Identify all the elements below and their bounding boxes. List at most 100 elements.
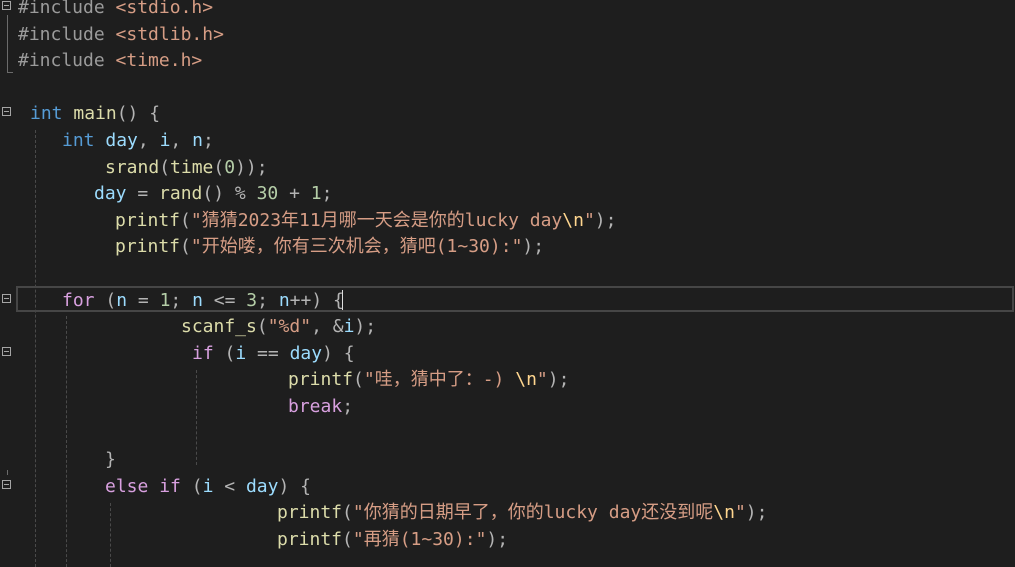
code-text: srand(time(0)); (105, 156, 268, 178)
code-text: break; (288, 398, 353, 416)
code-line[interactable]: if (i == day) { (0, 342, 1015, 371)
code-token: () % (202, 183, 257, 205)
code-token: day (245, 475, 279, 497)
code-token: } (105, 449, 116, 471)
code-token: " (734, 502, 746, 524)
code-token: , & (311, 316, 344, 338)
code-line[interactable]: for (n = 1; n <= 3; n++) { (0, 289, 1015, 318)
code-line[interactable]: else if (i < day) { (0, 475, 1015, 504)
code-token: srand (105, 156, 160, 178)
code-line[interactable]: #include <stdlib.h> (0, 23, 1015, 52)
code-line[interactable]: int day, i, n; (0, 132, 1015, 158)
code-token: <time.h> (115, 50, 203, 72)
code-token: ); (745, 502, 768, 524)
code-token: day (94, 183, 127, 205)
code-token: () { (116, 103, 161, 125)
code-line[interactable]: scanf_s("%d", &i); (0, 318, 1015, 344)
code-token: \n (562, 209, 584, 231)
code-token: = (127, 289, 160, 311)
code-token: ); (547, 369, 570, 391)
code-token: "猜猜2023年11月哪一天会是你的lucky day (190, 209, 563, 231)
code-line[interactable] (0, 79, 1015, 105)
code-token: ( (342, 529, 353, 550)
code-token: #include (18, 23, 116, 45)
code-text: printf("猜猜2023年11月哪一天会是你的lucky day\n"); (115, 209, 616, 231)
code-line[interactable]: printf("再猜(1~30):"); (0, 531, 1015, 557)
code-text: printf("再猜(1~30):"); (277, 531, 508, 549)
code-token: ( (180, 475, 203, 497)
code-token: ) { (278, 475, 311, 497)
code-token: #include (18, 0, 116, 18)
code-line[interactable]: #include <stdio.h> (0, 0, 1015, 25)
code-token: " (583, 209, 595, 231)
code-text: if (i == day) { (192, 342, 355, 364)
code-token: ); (486, 529, 509, 550)
code-token: ( (180, 236, 191, 258)
code-token: n (278, 289, 290, 311)
fold-toggle-icon[interactable] (2, 1, 11, 10)
code-token: main (73, 103, 117, 125)
code-token: int (30, 103, 63, 125)
code-text: printf("哇，猜中了：-) \n"); (288, 371, 569, 389)
code-editor[interactable]: #include <stdio.h> #include <stdlib.h> #in… (0, 0, 1015, 567)
code-line[interactable]: } (0, 451, 1015, 477)
code-token: else (105, 475, 149, 497)
code-token: 0 (224, 156, 236, 178)
code-token: ; (321, 183, 333, 205)
code-token: = (126, 183, 160, 205)
code-token: 1 (159, 289, 171, 311)
code-token: ); (354, 316, 377, 338)
code-token: printf (277, 502, 343, 524)
code-line[interactable]: #include <time.h> (0, 52, 1015, 78)
code-token: " (536, 369, 548, 391)
code-token: <stdlib.h> (115, 23, 224, 45)
code-token: )); (235, 156, 268, 178)
code-token: 30 (256, 183, 279, 205)
code-token: #include (18, 50, 116, 72)
code-text: scanf_s("%d", &i); (181, 318, 376, 336)
code-token: < (213, 475, 246, 497)
code-line[interactable]: int main() { (0, 105, 1015, 131)
code-line[interactable]: printf("猜猜2023年11月哪一天会是你的lucky day\n"); (0, 209, 1015, 238)
code-line[interactable] (0, 265, 1015, 291)
code-token: <= (202, 289, 247, 311)
fold-toggle-icon[interactable] (2, 107, 11, 117)
code-token: day (289, 342, 323, 364)
code-text: } (105, 451, 116, 469)
code-token: if (192, 342, 214, 364)
fold-toggle-icon[interactable] (2, 293, 11, 303)
code-token: ++) { (289, 289, 344, 311)
code-token: rand (159, 183, 203, 205)
code-text: printf("你猜的日期早了，你的lucky day还没到呢\n"); (277, 504, 767, 522)
code-token: i (235, 342, 247, 364)
fold-toggle-icon[interactable] (2, 479, 11, 489)
code-token: "再猜(1~30):" (352, 529, 487, 550)
code-token: "哇，猜中了：-) (363, 369, 516, 391)
code-line[interactable]: printf("哇，猜中了：-) \n"); (0, 371, 1015, 397)
code-token: time (170, 156, 214, 178)
code-token: n (116, 289, 128, 311)
code-text: #include <stdio.h> (18, 0, 213, 17)
code-line[interactable]: printf("开始喽，你有三次机会，猜吧(1~30):"); (0, 238, 1015, 264)
code-line[interactable]: break; (0, 398, 1015, 424)
code-token: if (159, 475, 181, 497)
code-line[interactable]: day = rand() % 30 + 1; (0, 185, 1015, 211)
code-token: printf (277, 529, 343, 550)
fold-toggle-icon[interactable] (2, 346, 11, 356)
code-token: n (192, 130, 203, 151)
code-token: ( (342, 502, 353, 524)
code-line[interactable]: srand(time(0)); (0, 156, 1015, 185)
code-token: "%d" (267, 316, 312, 338)
code-text: int main() { (30, 105, 160, 123)
code-line[interactable]: printf("你猜的日期早了，你的lucky day还没到呢\n"); (0, 504, 1015, 530)
code-text: else if (i < day) { (105, 475, 311, 497)
code-token: int (62, 130, 95, 151)
code-token: \n (713, 502, 735, 524)
code-line[interactable] (0, 425, 1015, 451)
code-token: <stdio.h> (115, 0, 214, 18)
code-token: ; (342, 396, 354, 417)
code-token: ; (170, 289, 193, 311)
code-text: printf("开始喽，你有三次机会，猜吧(1~30):"); (115, 238, 544, 256)
